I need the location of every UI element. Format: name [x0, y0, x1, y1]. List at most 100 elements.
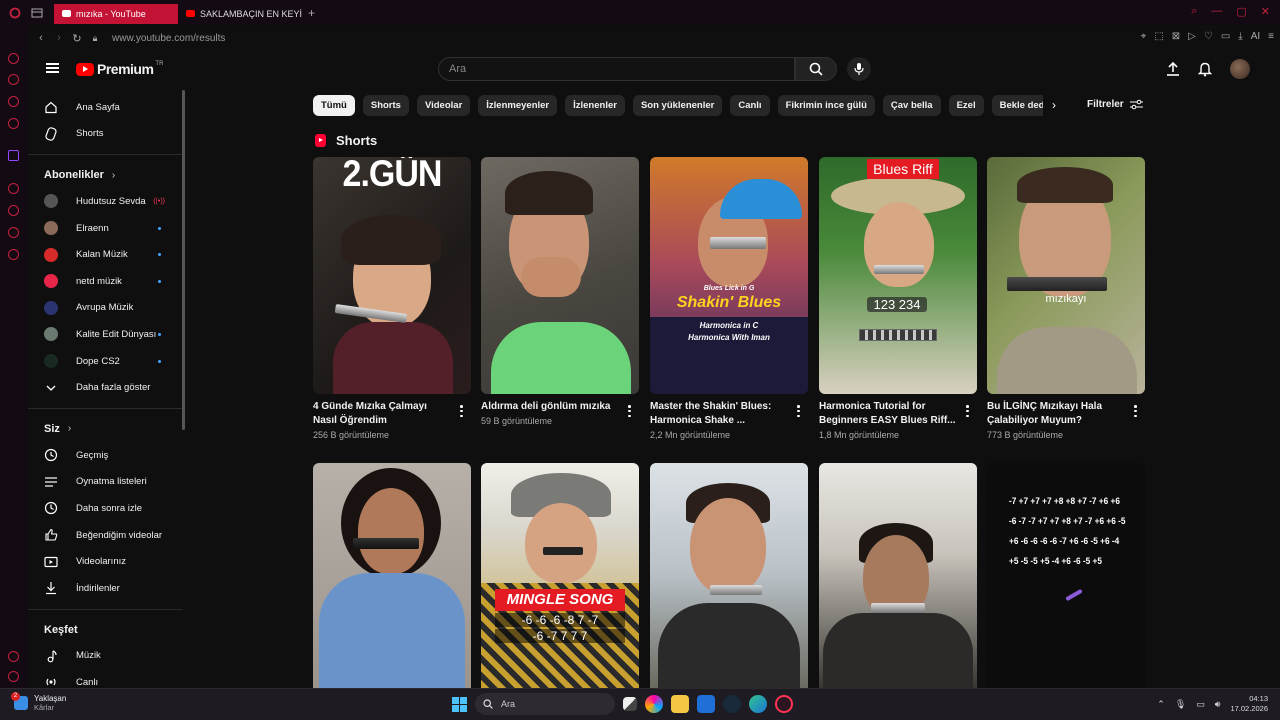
sidebar-app-icon[interactable] [8, 205, 19, 216]
short-thumbnail[interactable]: mızıkayı [987, 157, 1145, 394]
sidebar-item-shorts[interactable]: Shorts [28, 121, 183, 148]
subscriptions-heading[interactable]: Abonelikler › [28, 162, 183, 188]
short-card[interactable]: Aldırma deli gönlüm mızıka 59 B görüntül… [481, 157, 639, 426]
sidebar-channel[interactable]: netd müzik [28, 268, 183, 295]
chip[interactable]: Tümü [313, 95, 355, 116]
microphone-icon[interactable]: 🎙︎ [1175, 699, 1186, 710]
youtube-logo[interactable]: Premium TR [76, 61, 163, 77]
chip[interactable]: İzlenenler [565, 95, 625, 116]
new-tab-button[interactable]: + [308, 6, 315, 20]
short-card[interactable] [650, 463, 808, 688]
filters-button[interactable]: Filtreler [1087, 99, 1143, 110]
sidebar-app-icon[interactable] [8, 227, 19, 238]
maximize-button[interactable]: ▢ [1236, 5, 1246, 18]
short-title[interactable]: Aldırma deli gönlüm mızıka [481, 400, 619, 414]
sidebar-item-clock[interactable]: Daha sonra izle [28, 495, 183, 522]
chevron-up-icon[interactable]: ⌃ [1157, 699, 1165, 710]
file-explorer-icon[interactable] [671, 695, 689, 713]
chips-next-button[interactable]: › [1052, 98, 1056, 112]
copilot-icon[interactable] [645, 695, 663, 713]
gx-icon[interactable] [8, 651, 19, 662]
short-card[interactable] [313, 463, 471, 688]
short-card[interactable]: -7 +7 +7 +7 +8 +8 +7 -7 +6 +6 -6 -7 -7 +7… [987, 463, 1145, 688]
back-button[interactable]: ‹ [32, 32, 50, 44]
heart-icon[interactable]: ♡ [1204, 31, 1213, 42]
sidebar-item-thumbs-up[interactable]: Beğendiğim videolar [28, 522, 183, 549]
sidebar-channel[interactable]: Kalan Müzik [28, 241, 183, 268]
forward-button[interactable]: › [50, 32, 68, 44]
volume-icon[interactable]: 🔊︎ [1215, 699, 1221, 710]
short-thumbnail[interactable] [313, 463, 471, 688]
close-window-button[interactable]: ✕ [1261, 5, 1270, 18]
network-icon[interactable]: ▭ [1196, 699, 1205, 710]
sidebar-app-icon[interactable] [8, 118, 19, 129]
download-icon[interactable]: ⤓ [1238, 31, 1242, 42]
sidebar-item-music[interactable]: Müzik [28, 643, 183, 670]
you-heading[interactable]: Siz › [28, 416, 183, 442]
short-thumbnail[interactable] [819, 463, 977, 688]
short-card[interactable]: mızıkayı Bu İLGİNÇ Mızıkayı Hala Çalabil… [987, 157, 1145, 440]
short-thumbnail[interactable]: Blues Riff 123 234 [819, 157, 977, 394]
tab-saklambac[interactable]: SAKLAMBAÇIN EN KEYİFL [178, 4, 302, 24]
settings-icon[interactable] [8, 249, 19, 260]
short-title[interactable]: Master the Shakin' Blues: Harmonica Shak… [650, 400, 788, 428]
sidebar-channel[interactable]: Elraenn [28, 215, 183, 242]
short-card[interactable]: MINGLE SONG -6 -6 -6 -8 7 -7 -6 -7 7 7 7 [481, 463, 639, 688]
sidebar-item-playlist[interactable]: Oynatma listeleri [28, 469, 183, 496]
more-options-icon[interactable] [797, 405, 800, 417]
wallet-icon[interactable]: ▭ [1221, 31, 1230, 42]
edge-icon[interactable] [749, 695, 767, 713]
short-card[interactable] [819, 463, 977, 688]
short-title[interactable]: Bu İLGİNÇ Mızıkayı Hala Çalabiliyor Muyu… [987, 400, 1125, 428]
notification-bell-icon[interactable] [1198, 61, 1212, 77]
chip[interactable]: Fikrimin ince gülü [777, 95, 875, 116]
menu-icon[interactable]: ≡ [1268, 31, 1274, 42]
sidebar-app-icon[interactable] [8, 183, 19, 194]
short-title[interactable]: Harmonica Tutorial for Beginners EASY Bl… [819, 400, 957, 428]
short-thumbnail[interactable]: Blues Lick in G Shakin' Blues Harmonica … [650, 157, 808, 394]
short-thumbnail[interactable] [481, 157, 639, 394]
more-options-icon[interactable] [1134, 405, 1137, 417]
sidebar-channel[interactable]: Dope CS2 [28, 348, 183, 375]
short-thumbnail[interactable]: 2.GÜN [313, 157, 471, 394]
chip[interactable]: İzlenmeyenler [478, 95, 558, 116]
chip[interactable]: Canlı [730, 95, 770, 116]
short-thumbnail[interactable]: -7 +7 +7 +7 +8 +8 +7 -7 +6 +6 -6 -7 -7 +7… [987, 463, 1145, 688]
tab-youtube[interactable]: mızıka - YouTube [54, 3, 178, 24]
sidebar-channel[interactable]: Hudutsuz Sevda ((•)) [28, 188, 183, 215]
hamburger-menu-icon[interactable] [46, 63, 59, 73]
chip[interactable]: Ezel [948, 95, 984, 116]
adblock-icon[interactable]: ⊠ [1172, 31, 1180, 42]
chip[interactable]: Shorts [362, 95, 409, 116]
sidebar-app-icon[interactable] [8, 53, 19, 64]
short-card[interactable]: Blues Riff 123 234 Harmonica Tutorial fo… [819, 157, 977, 440]
short-card[interactable]: 2.GÜN 4 Günde Mızıka Çalmayı Nasıl Öğren… [313, 157, 471, 440]
opera-logo-icon[interactable] [8, 6, 22, 20]
chip[interactable]: Son yüklenenler [632, 95, 723, 116]
taskbar-search[interactable]: Ara [475, 693, 615, 715]
search-button[interactable] [795, 57, 837, 81]
chip[interactable]: Videolar [416, 95, 471, 116]
widgets-button[interactable]: 2 Yaklaşan Kârlar [11, 692, 66, 712]
sidebar-item-history[interactable]: Geçmiş [28, 442, 183, 469]
chip[interactable]: Çav bella [882, 95, 941, 116]
sidebar-app-icon[interactable] [8, 74, 19, 85]
snapshot-icon[interactable]: ⬚ [1154, 31, 1163, 42]
twitch-icon[interactable] [8, 150, 19, 161]
upload-icon[interactable] [1166, 61, 1180, 77]
sidebar-item-download[interactable]: İndirilenler [28, 575, 183, 602]
sidebar-channel[interactable]: Avrupa Müzik [28, 295, 183, 322]
opera-gx-icon[interactable] [775, 695, 793, 713]
windows-start-icon[interactable] [452, 696, 467, 712]
more-options-icon[interactable] [966, 405, 969, 417]
minimize-button[interactable]: — [1211, 5, 1222, 18]
url-field[interactable]: www.youtube.com/results [112, 33, 225, 44]
steam-icon[interactable] [723, 695, 741, 713]
sidebar-item-live[interactable]: Canlı [28, 669, 183, 688]
avatar[interactable] [1230, 59, 1250, 79]
short-thumbnail[interactable]: MINGLE SONG -6 -6 -6 -8 7 -7 -6 -7 7 7 7 [481, 463, 639, 688]
task-view-icon[interactable] [623, 697, 637, 711]
search-tabs-icon[interactable]: ⌕ [1191, 5, 1197, 18]
chip[interactable]: Bekle dedi gitti [991, 95, 1043, 116]
short-card[interactable]: Blues Lick in G Shakin' Blues Harmonica … [650, 157, 808, 440]
